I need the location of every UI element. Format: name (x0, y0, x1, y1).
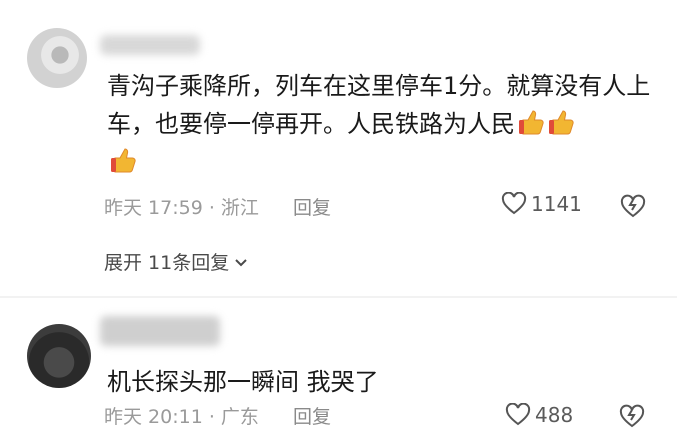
thumbs-up-icon (111, 148, 136, 173)
dislike-icon[interactable] (618, 403, 646, 429)
reply-button[interactable]: 回复 (293, 406, 331, 428)
comment-item: 青沟子乘降所，列车在这里停车1分。就算没有人上车，也要停一停再开。人民铁路为人民… (0, 0, 677, 296)
username-blurred (100, 35, 200, 55)
avatar[interactable] (27, 28, 87, 88)
expand-replies-label: 展开 11条回复 (104, 252, 230, 274)
like-button[interactable]: 488 (505, 403, 573, 427)
expand-replies-button[interactable]: 展开 11条回复 (104, 248, 249, 275)
heart-icon (505, 403, 531, 426)
avatar[interactable] (27, 324, 91, 388)
comment-time: 昨天 20:11 · 广东 (104, 406, 259, 428)
comment-text: 青沟子乘降所，列车在这里停车1分。就算没有人上车，也要停一停再开。人民铁路为人民 (107, 67, 652, 181)
comment-meta: 昨天 20:11 · 广东 回复 (104, 402, 331, 429)
comment-time: 昨天 17:59 · 浙江 (104, 197, 259, 219)
dislike-icon[interactable] (619, 193, 647, 219)
thumbs-up-icon (549, 110, 574, 135)
username-blurred (100, 316, 220, 346)
reply-button[interactable]: 回复 (293, 197, 331, 219)
heart-icon (501, 192, 527, 215)
comment-meta: 昨天 17:59 · 浙江 回复 (104, 193, 331, 220)
chevron-down-icon (235, 258, 247, 266)
comment-text: 机长探头那一瞬间 我哭了 (107, 368, 379, 396)
thumbs-up-icon (519, 110, 544, 135)
like-button[interactable]: 1141 (501, 192, 582, 216)
like-count: 488 (535, 403, 574, 427)
like-count: 1141 (531, 192, 582, 216)
